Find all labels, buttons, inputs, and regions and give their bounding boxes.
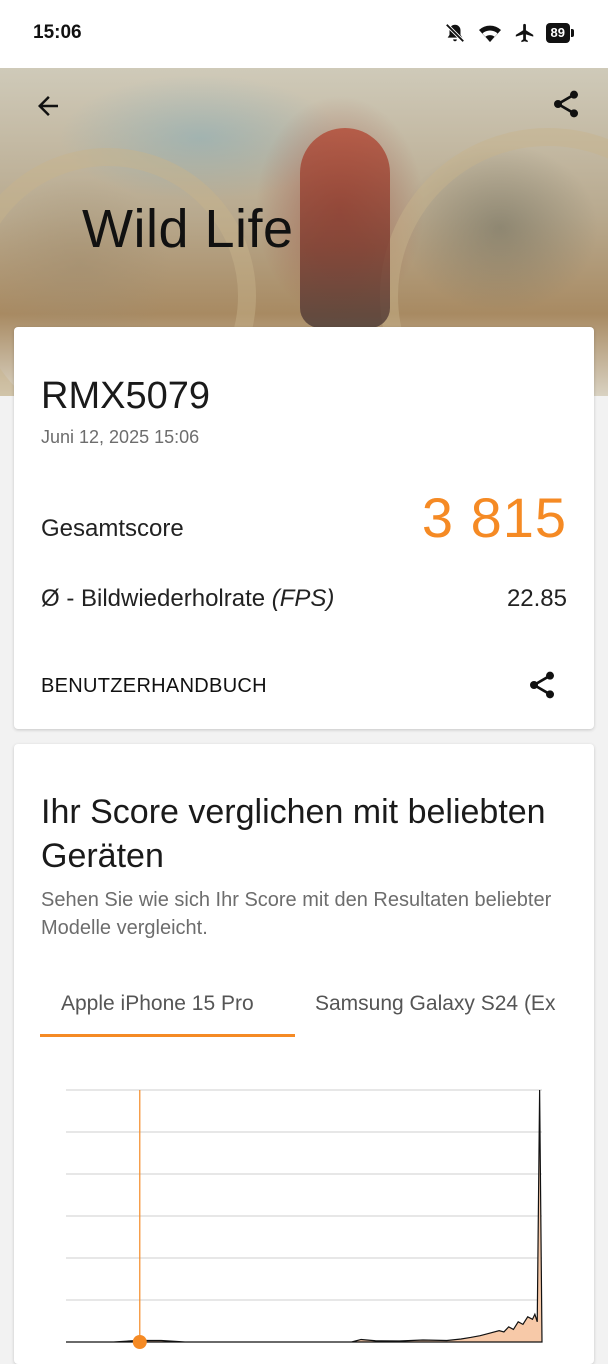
tab-samsung-galaxy-s24[interactable]: Samsung Galaxy S24 (Ex — [315, 992, 555, 1016]
header-share-button[interactable] — [546, 84, 586, 124]
tab-apple-iphone-15-pro[interactable]: Apple iPhone 15 Pro — [61, 992, 254, 1016]
wifi-icon — [476, 22, 504, 44]
result-share-button[interactable] — [524, 667, 560, 703]
bell-off-icon — [444, 22, 466, 44]
comparison-card: Ihr Score verglichen mit beliebten Gerät… — [14, 744, 594, 1364]
result-date: Juni 12, 2025 15:06 — [41, 427, 200, 447]
airplane-icon — [514, 22, 536, 44]
back-button[interactable] — [28, 86, 68, 126]
active-tab-indicator — [40, 1034, 295, 1037]
page-title: Wild Life — [82, 199, 294, 259]
score-label: Gesamtscore — [41, 515, 184, 542]
battery-icon: 89 — [545, 23, 575, 43]
fps-label-text: Ø - Bildwiederholrate — [41, 585, 272, 612]
status-icons: 89 — [444, 22, 575, 44]
fps-label-unit: (FPS) — [271, 585, 335, 612]
comparison-title: Ihr Score verglichen mit beliebten Gerät… — [41, 793, 546, 875]
result-card: RMX5079 Juni 12, 2025 15:06 Gesamtscore … — [14, 327, 594, 729]
user-manual-link[interactable]: BENUTZERHANDBUCH — [41, 675, 267, 698]
share-icon — [554, 90, 578, 118]
arrow-left-icon — [38, 96, 58, 116]
hero-character — [300, 128, 390, 328]
fps-label: Ø - Bildwiederholrate (FPS) — [41, 585, 334, 613]
device-tabs: Apple iPhone 15 Pro Samsung Galaxy S24 (… — [40, 980, 594, 1040]
status-time: 15:06 — [33, 22, 82, 43]
share-icon — [530, 671, 554, 699]
fps-value: 22.85 — [506, 585, 567, 612]
status-bar: 15:06 89 — [0, 0, 608, 68]
comparison-subtitle: Sehen Sie wie sich Ihr Score mit den Res… — [41, 889, 552, 939]
your-score-marker — [132, 1335, 147, 1349]
device-name: RMX5079 — [41, 375, 210, 417]
score-distribution-chart — [66, 1089, 543, 1349]
score-value: 3 815 — [421, 486, 567, 549]
